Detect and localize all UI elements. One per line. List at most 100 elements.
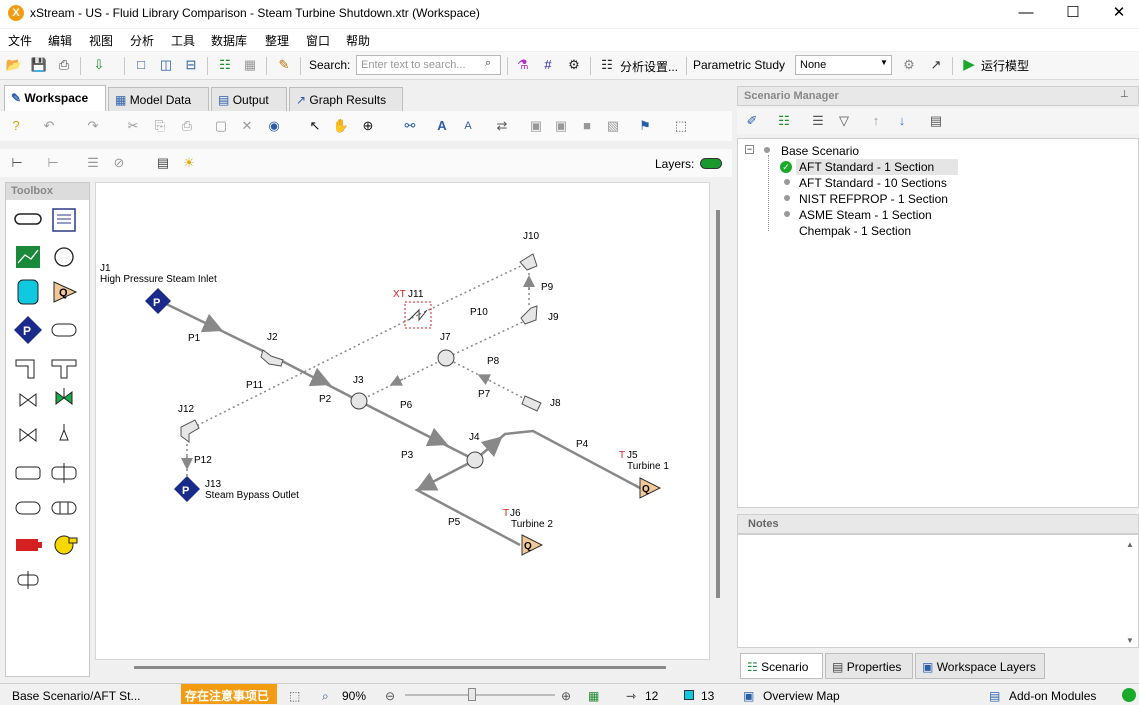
font-larger-icon[interactable]: A [433,117,451,135]
analysis-settings-icon[interactable]: ☷ [598,56,616,74]
single-window-icon[interactable]: □ [132,56,150,74]
reservoir-tool-icon[interactable] [17,279,39,305]
settings-gear-icon[interactable]: ⚙ [565,56,583,74]
tab-scenario[interactable]: ☷ Scenario [740,653,823,679]
tab-properties[interactable]: ▤ Properties [825,653,913,679]
menu-analysis[interactable]: 分析 [130,32,154,49]
orifice-tool-icon[interactable] [51,463,77,483]
zoom-out-icon[interactable]: ⊖ [385,689,395,703]
save-icon[interactable]: 💾 [30,56,48,74]
branch-tool-icon[interactable] [54,247,74,267]
scenario-base[interactable]: Base Scenario [781,144,859,158]
redo-icon[interactable]: ↷ [84,117,102,135]
lock-icon[interactable]: ■ [578,117,596,135]
paste-icon[interactable]: ⎙ [178,117,196,135]
pipe-p3[interactable] [358,399,476,462]
heat-exchanger-tool-icon[interactable] [15,501,41,515]
zoom-slider-track[interactable] [405,694,555,696]
pan-hand-icon[interactable]: ✋ [332,117,350,135]
move-down-icon[interactable]: ↓ [893,112,911,130]
delete-icon[interactable]: ✕ [238,117,256,135]
menu-view[interactable]: 视图 [89,32,113,49]
parametric-gear-icon[interactable]: ⚙ [900,56,918,74]
junction-j6-turbine[interactable]: Q [521,534,544,556]
pipe-p8[interactable] [445,319,528,359]
junction-j2-area-change[interactable] [260,349,284,367]
zoom-magnifier-icon[interactable]: ⌕ [322,689,329,704]
scenario-chempak[interactable]: Chempak - 1 Section [799,224,911,238]
notes-scroll-up-icon[interactable]: ▲ [1126,540,1134,549]
tab-workspace[interactable]: ✎ Workspace [4,85,106,111]
reverse-direction-icon[interactable]: ⇄ [493,117,511,135]
junction-j12-bend[interactable] [180,419,200,443]
spray-tool-icon[interactable] [51,323,77,337]
overview-map-icon[interactable]: ▣ [743,689,754,703]
junction-j13-assigned-pressure[interactable]: P [174,476,200,502]
canvas-horizontal-scrollbar[interactable] [134,666,666,669]
area-change-tool-icon[interactable] [15,466,41,480]
pipe-p4[interactable] [474,429,641,490]
open-folder-icon[interactable]: 📂 [5,56,23,74]
notes-textarea[interactable] [737,534,1139,648]
maximize-button[interactable]: ☐ [1050,0,1096,28]
arrange-icon[interactable]: ⊢ [44,154,62,172]
scenario-aft-standard-10[interactable]: AFT Standard - 10 Sections [799,176,947,190]
check-valve-tool-icon[interactable] [19,428,37,442]
junction-j10-bend[interactable] [519,253,538,271]
compressor-tool-icon[interactable] [16,539,42,551]
new-scenario-icon[interactable]: ✐ [743,112,761,130]
grid-icon[interactable]: # [539,56,557,74]
filter-icon[interactable]: ▽ [835,112,853,130]
chevron-down-icon[interactable]: ▼ [880,58,888,67]
addon-modules-icon[interactable]: ▤ [989,689,1000,703]
assigned-pressure-tool-icon[interactable]: P [14,316,42,344]
scenario-asme-steam[interactable]: ASME Steam - 1 Section [799,208,932,222]
valve-tool-icon[interactable] [19,393,37,407]
align-icon[interactable]: ▣ [527,117,545,135]
export-icon[interactable]: ⇩ [90,56,108,74]
zoom-icon[interactable]: ⊕ [359,117,377,135]
find-binoculars-icon[interactable]: ⚯ [401,117,419,135]
pointer-icon[interactable]: ↖ [306,117,324,135]
overview-map-button[interactable]: Overview Map [763,689,840,703]
relief-valve-tool-icon[interactable] [59,424,69,441]
junction-j5-turbine[interactable]: Q [639,477,662,499]
control-valve-tool-icon[interactable] [55,388,73,405]
bend-tool-icon[interactable] [15,359,35,379]
warnings-badge[interactable]: 存在注意事项已 [181,684,277,704]
lightbulb-icon[interactable]: ☀ [180,154,198,172]
pin-icon[interactable]: ⊥ [1120,89,1129,100]
analysis-settings-button[interactable]: 分析设置... [620,58,678,75]
menu-help[interactable]: 帮助 [346,32,370,49]
dead-end-tool-icon[interactable] [17,571,39,589]
turbine-tool-icon[interactable]: Q [53,281,78,303]
tile-horizontal-icon[interactable]: ⊟ [182,56,200,74]
cut-icon[interactable]: ✂ [124,117,142,135]
print-icon[interactable]: ⎙ [55,56,73,74]
canvas-vertical-scrollbar[interactable] [716,210,720,598]
minimize-button[interactable]: — [1003,0,1049,28]
parametric-study-select[interactable]: None [795,55,892,75]
menu-database[interactable]: 数据库 [211,32,247,49]
tab-output[interactable]: ▤ Output [211,87,287,111]
junction-j3-branch[interactable] [350,392,368,410]
pipe-p5[interactable] [414,458,521,547]
copy-icon[interactable]: ⎘ [151,117,169,135]
tab-graph-results[interactable]: ↗ Graph Results [289,87,403,111]
menu-window[interactable]: 窗口 [306,32,330,49]
search-input[interactable]: Enter text to search... [356,55,501,75]
bookmark-icon[interactable]: ⚑ [636,117,654,135]
menu-edit[interactable]: 编辑 [48,32,72,49]
junction-j4-branch[interactable] [466,451,484,469]
move-up-icon[interactable]: ↑ [867,112,885,130]
layout-view-icon[interactable]: ▦ [588,689,599,703]
layers-toggle[interactable] [700,158,722,169]
junction-j8-dead-end[interactable] [521,395,542,412]
notes-scroll-down-icon[interactable]: ▼ [1126,636,1134,645]
list-icon[interactable]: ☰ [84,154,102,172]
pump-tool-icon[interactable] [54,535,78,555]
tab-model-data[interactable]: ▦ Model Data [108,87,209,111]
run-model-icon[interactable]: ▶ [960,56,978,74]
disable-icon[interactable]: ⊘ [110,154,128,172]
pipe-p1[interactable] [157,298,266,354]
